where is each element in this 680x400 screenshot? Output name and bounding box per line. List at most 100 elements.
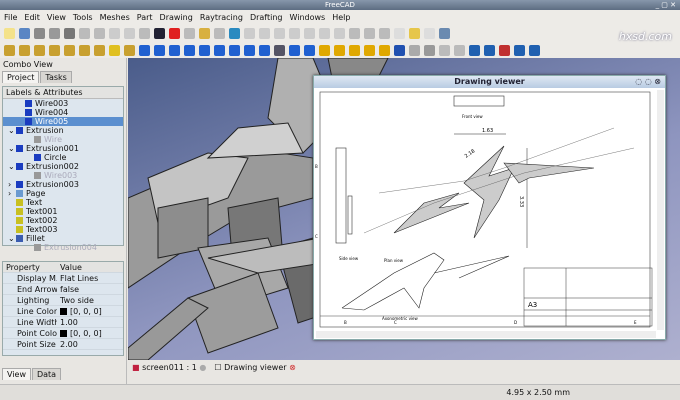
add-point-icon[interactable] [289, 45, 300, 56]
property-value[interactable]: 1.00 [60, 318, 78, 327]
menu-help[interactable]: Help [332, 13, 350, 22]
window-controls[interactable]: ◌ ◌ ⊗ [635, 76, 661, 88]
menu-drawing[interactable]: Drawing [160, 13, 193, 22]
new-file-icon[interactable] [4, 28, 15, 39]
property-value[interactable]: 2.00 [60, 340, 78, 349]
property-row[interactable]: End Arrow false [3, 284, 123, 295]
menu-view[interactable]: View [47, 13, 66, 22]
menu-edit[interactable]: Edit [24, 13, 40, 22]
tree-item[interactable]: Wire [3, 135, 123, 144]
measure-icon[interactable] [349, 28, 360, 39]
whats-this-icon[interactable] [154, 28, 165, 39]
common-icon[interactable] [439, 45, 450, 56]
tree-item[interactable]: Text001 [3, 207, 123, 216]
view-right-icon[interactable] [289, 28, 300, 39]
view-rear-icon[interactable] [304, 28, 315, 39]
menu-raytracing[interactable]: Raytracing [200, 13, 243, 22]
chamfer-icon[interactable] [529, 45, 540, 56]
property-row[interactable]: Point Color [0, 0, 0] [3, 328, 123, 339]
fillet-icon[interactable] [514, 45, 525, 56]
del-point-icon[interactable] [304, 45, 315, 56]
view-front-icon[interactable] [259, 28, 270, 39]
property-row[interactable]: Line Width 1.00 [3, 317, 123, 328]
sphere-icon[interactable] [349, 45, 360, 56]
zoom-fit-icon[interactable] [229, 28, 240, 39]
run-macro-icon[interactable] [214, 28, 225, 39]
dimension-icon[interactable] [124, 45, 135, 56]
menu-windows[interactable]: Windows [289, 13, 325, 22]
rectangle-icon[interactable] [64, 45, 75, 56]
wire-icon[interactable] [19, 45, 30, 56]
export-page-icon[interactable] [439, 28, 450, 39]
offset-icon[interactable] [169, 45, 180, 56]
tree-item[interactable]: ⌄ Extrusion001 [3, 144, 123, 153]
upgrade-icon[interactable] [199, 45, 210, 56]
tree-item[interactable]: Text [3, 198, 123, 207]
fuse-icon[interactable] [424, 45, 435, 56]
tree-item[interactable]: Wire005 [3, 117, 123, 126]
record-macro-icon[interactable] [169, 28, 180, 39]
property-row[interactable]: Display M...Flat Lines [3, 273, 123, 284]
color-swatch[interactable] [60, 308, 67, 315]
menu-meshes[interactable]: Meshes [100, 13, 130, 22]
box-icon[interactable] [319, 45, 330, 56]
move-icon[interactable] [139, 45, 150, 56]
mirror-icon[interactable] [499, 45, 510, 56]
edit-icon[interactable] [244, 45, 255, 56]
shape2dview-icon[interactable] [259, 45, 270, 56]
expand-arrow-icon[interactable]: › [8, 180, 11, 189]
cut-shape-icon[interactable] [409, 45, 420, 56]
arc-icon[interactable] [49, 45, 60, 56]
save-icon[interactable] [34, 28, 45, 39]
menu-part[interactable]: Part [137, 13, 153, 22]
bspline-icon[interactable] [94, 45, 105, 56]
view-left-icon[interactable] [334, 28, 345, 39]
property-value[interactable]: false [60, 285, 79, 294]
boolean-icon[interactable] [394, 45, 405, 56]
array-icon[interactable] [274, 45, 285, 56]
tab-tasks[interactable]: Tasks [40, 71, 72, 83]
menu-file[interactable]: File [4, 13, 17, 22]
tab-3d-view[interactable]: ■ screen011 : 1 ● [132, 363, 206, 372]
edit-macro-icon[interactable] [199, 28, 210, 39]
new-a3-page-icon[interactable] [409, 28, 420, 39]
property-value[interactable]: Two side [60, 296, 94, 305]
polygon-icon[interactable] [79, 45, 90, 56]
revolve-icon[interactable] [484, 45, 495, 56]
cone-icon[interactable] [364, 45, 375, 56]
paste-icon[interactable] [94, 28, 105, 39]
tab-view[interactable]: View [2, 368, 31, 380]
tree-item[interactable]: Extrusion004 [3, 243, 123, 252]
trim-icon[interactable] [184, 45, 195, 56]
horizontal-scrollbar[interactable] [316, 331, 656, 338]
tree-item[interactable]: Wire003 [3, 99, 123, 108]
view-axo-icon[interactable] [244, 28, 255, 39]
window-controls[interactable]: _ ▢ ✕ [656, 0, 676, 10]
downgrade-icon[interactable] [214, 45, 225, 56]
torus-icon[interactable] [379, 45, 390, 56]
property-value[interactable]: Flat Lines [60, 274, 98, 283]
tree-item[interactable]: Text003 [3, 225, 123, 234]
tab-project[interactable]: Project [2, 71, 40, 83]
tab-drawing-viewer[interactable]: ☐ Drawing viewer ⊗ [214, 363, 295, 372]
open-icon[interactable] [19, 28, 30, 39]
line-icon[interactable] [4, 45, 15, 56]
tab-data[interactable]: Data [31, 368, 62, 380]
refresh-icon[interactable] [139, 28, 150, 39]
expand-arrow-icon[interactable]: › [8, 189, 11, 198]
stop-macro-icon[interactable] [184, 28, 195, 39]
color-swatch[interactable] [60, 330, 67, 337]
measure-clear-icon[interactable] [379, 28, 390, 39]
expand-arrow-icon[interactable]: ⌄ [8, 234, 15, 243]
new-page-icon[interactable] [394, 28, 405, 39]
expand-arrow-icon[interactable]: ⌄ [8, 144, 15, 153]
extrude-icon[interactable] [469, 45, 480, 56]
property-row[interactable]: Line Color [0, 0, 0] [3, 306, 123, 317]
ortho-views-icon[interactable] [424, 28, 435, 39]
close-icon[interactable]: ● [199, 363, 206, 372]
property-value[interactable]: [0, 0, 0] [70, 307, 102, 316]
tree-item[interactable]: Wire003 [3, 171, 123, 180]
tree-item[interactable]: ⌄ Fillet [3, 234, 123, 243]
print-icon[interactable] [49, 28, 60, 39]
cut-icon[interactable] [64, 28, 75, 39]
